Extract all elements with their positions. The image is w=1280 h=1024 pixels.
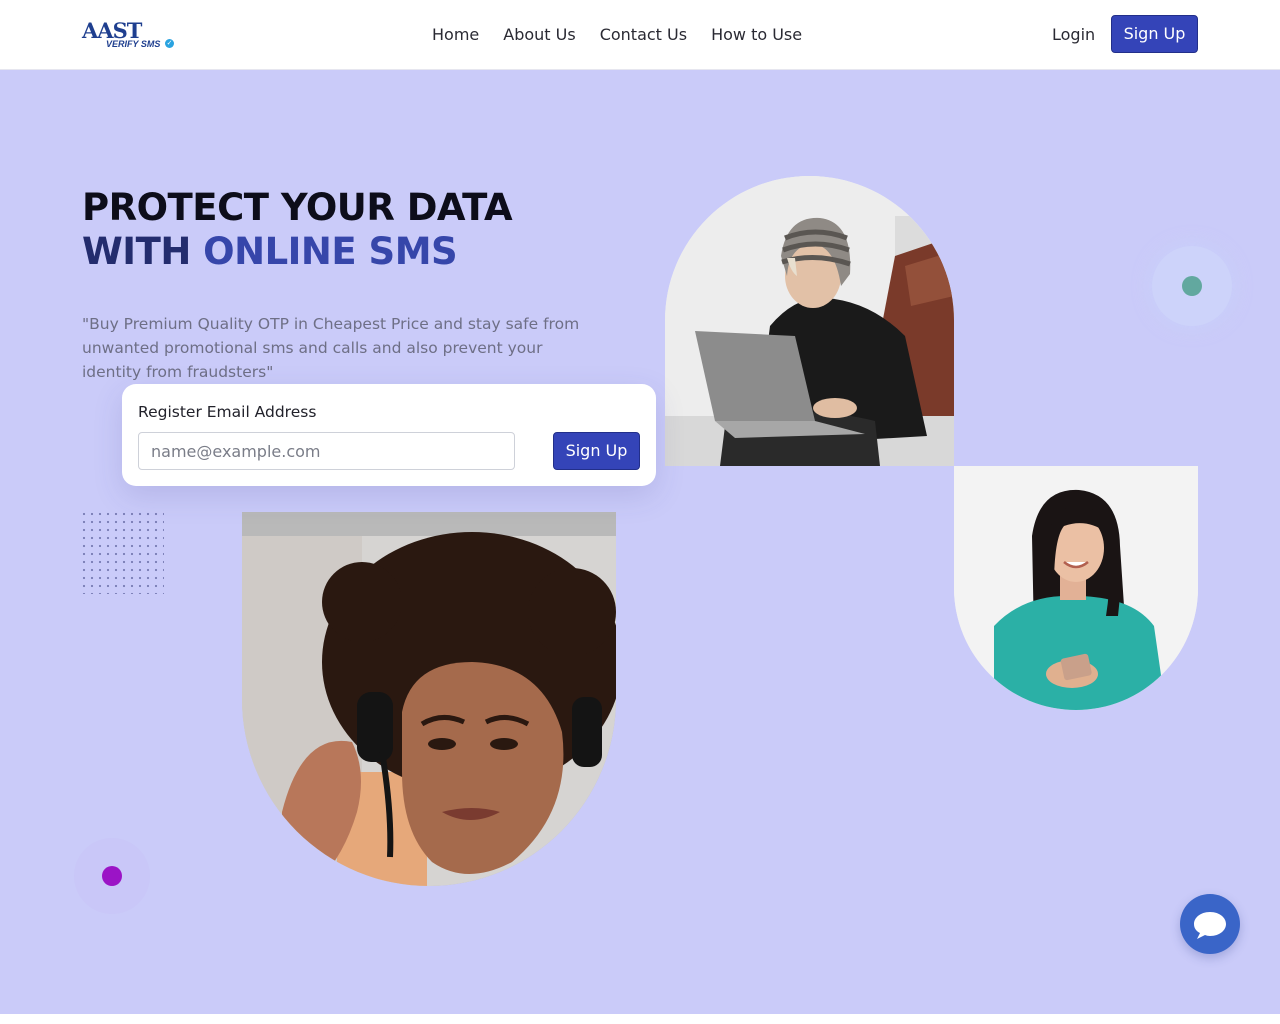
person-with-laptop-illustration <box>665 176 954 466</box>
register-signup-button[interactable]: Sign Up <box>553 432 640 470</box>
dot-grid-decoration <box>80 510 164 594</box>
person-with-laptop-photo <box>665 176 954 466</box>
email-field[interactable] <box>138 432 515 470</box>
purple-dot-decoration <box>74 838 150 914</box>
headline-line-2-prefix: WITH <box>82 230 204 273</box>
woman-with-phone-photo <box>954 466 1198 710</box>
headline-line-2: WITH ONLINE SMS <box>82 230 642 274</box>
check-badge-icon: ✓ <box>165 39 174 48</box>
woman-with-phone-illustration <box>954 466 1198 710</box>
register-email-card: Register Email Address Sign Up <box>122 384 656 486</box>
register-email-label: Register Email Address <box>138 403 317 421</box>
green-dot-decoration <box>1152 246 1232 326</box>
nav-about-us[interactable]: About Us <box>503 22 575 48</box>
nav-contact-us[interactable]: Contact Us <box>600 22 687 48</box>
woman-with-headset-illustration <box>242 512 616 886</box>
chat-bubble-icon <box>1194 912 1226 939</box>
hero-section: PROTECT YOUR DATA WITH ONLINE SMS "Buy P… <box>0 70 1280 1014</box>
nav-how-to-use[interactable]: How to Use <box>711 22 802 48</box>
woman-with-headset-photo <box>242 512 616 886</box>
brand-logo[interactable]: AAST VERIFY SMS ✓ <box>82 20 182 52</box>
login-link[interactable]: Login <box>1052 22 1095 48</box>
main-nav: Home About Us Contact Us How to Use <box>432 22 826 48</box>
bottom-strip <box>0 1014 1280 1024</box>
site-header: AAST VERIFY SMS ✓ Home About Us Contact … <box>0 0 1280 70</box>
headline-accent: ONLINE SMS <box>203 230 458 273</box>
chat-button[interactable] <box>1180 894 1240 954</box>
header-signup-button[interactable]: Sign Up <box>1111 15 1198 53</box>
hero-description: "Buy Premium Quality OTP in Cheapest Pri… <box>82 315 580 381</box>
hero-headline: PROTECT YOUR DATA WITH ONLINE SMS <box>82 186 642 274</box>
logo-sub-text: VERIFY SMS <box>106 39 161 49</box>
headline-line-1: PROTECT YOUR DATA <box>82 186 513 229</box>
nav-home[interactable]: Home <box>432 22 479 48</box>
